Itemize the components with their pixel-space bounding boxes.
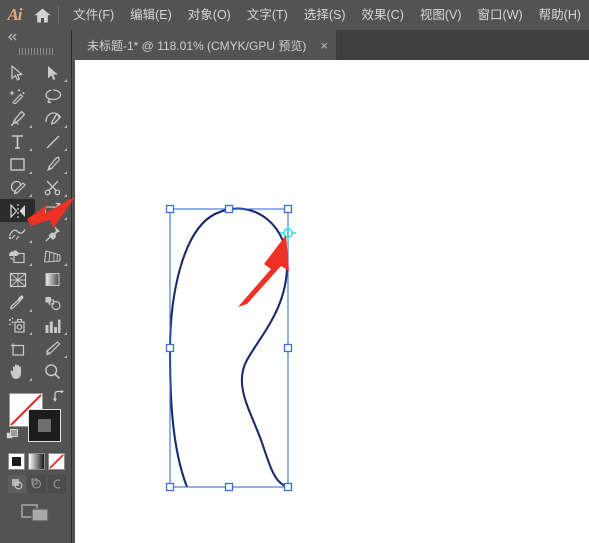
zoom-tool[interactable] <box>35 360 70 383</box>
handle-top-right <box>283 204 293 214</box>
column-graph-tool[interactable] <box>35 314 70 337</box>
shaper-tool[interactable] <box>0 176 35 199</box>
double-chevron-left-icon[interactable] <box>0 30 71 44</box>
handle-middle-left <box>165 343 175 353</box>
draw-mode-buttons <box>8 475 66 493</box>
line-segment-tool[interactable] <box>35 130 70 153</box>
pen-tool[interactable] <box>0 107 35 130</box>
artboard-tool[interactable] <box>0 337 35 360</box>
tool-grid <box>0 58 71 383</box>
slice-tool[interactable] <box>35 337 70 360</box>
draw-behind-button[interactable] <box>28 475 46 493</box>
tools-panel <box>0 30 72 543</box>
reflect-tool[interactable] <box>0 199 35 222</box>
menu-help[interactable]: 帮助(H) <box>531 0 589 30</box>
none-mode-button[interactable] <box>48 453 65 470</box>
type-tool[interactable] <box>0 130 35 153</box>
handle-bottom-left <box>165 482 175 492</box>
menu-separator <box>58 6 60 24</box>
menu-view[interactable]: 视图(V) <box>412 0 470 30</box>
menu-effect[interactable]: 效果(C) <box>354 0 412 30</box>
curvature-tool[interactable] <box>35 107 70 130</box>
eyedropper-tool[interactable] <box>0 291 35 314</box>
default-fill-stroke-icon[interactable] <box>6 429 19 447</box>
menu-window[interactable]: 窗口(W) <box>470 0 531 30</box>
handle-bottom-center <box>224 482 234 492</box>
document-tab[interactable]: 未标题-1* @ 118.01% (CMYK/GPU 预览) × <box>75 30 337 60</box>
width-tool[interactable] <box>0 222 35 245</box>
home-icon[interactable] <box>29 0 56 30</box>
menu-select[interactable]: 选择(S) <box>296 0 354 30</box>
menu-bar: Ai 文件(F) 编辑(E) 对象(O) 文字(T) 选择(S) 效果(C) 视… <box>0 0 589 30</box>
handle-bottom-right <box>283 482 293 492</box>
puppet-warp-tool[interactable] <box>35 222 70 245</box>
symbol-sprayer-tool[interactable] <box>0 314 35 337</box>
handle-middle-right <box>283 343 293 353</box>
document-canvas[interactable] <box>75 60 589 543</box>
mesh-tool[interactable] <box>0 268 35 291</box>
stroke-swatch[interactable] <box>28 409 61 442</box>
color-controls <box>0 387 71 522</box>
paintbrush-tool[interactable] <box>35 153 70 176</box>
close-icon[interactable]: × <box>320 39 328 52</box>
free-transform-tool[interactable] <box>35 199 70 222</box>
gradient-mode-button[interactable] <box>28 453 45 470</box>
document-tab-bar: 未标题-1* @ 118.01% (CMYK/GPU 预览) × <box>75 30 589 61</box>
draw-normal-button[interactable] <box>8 475 26 493</box>
selection-bounding-box <box>165 204 293 492</box>
change-screen-mode-button[interactable] <box>0 501 71 523</box>
blend-tool[interactable] <box>35 291 70 314</box>
menu-object[interactable]: 对象(O) <box>180 0 239 30</box>
scissors-tool[interactable] <box>35 176 70 199</box>
fill-mode-buttons <box>8 453 65 470</box>
hand-tool[interactable] <box>0 360 35 383</box>
swap-fill-stroke-icon[interactable] <box>52 390 65 408</box>
direct-selection-tool[interactable] <box>35 61 70 84</box>
menu-edit[interactable]: 编辑(E) <box>122 0 180 30</box>
menu-type[interactable]: 文字(T) <box>239 0 296 30</box>
document-tab-title: 未标题-1* @ 118.01% (CMYK/GPU 预览) <box>87 38 307 53</box>
handle-top-center <box>224 204 234 214</box>
perspective-grid-tool[interactable] <box>35 245 70 268</box>
selected-path[interactable] <box>168 207 289 489</box>
draw-inside-button[interactable] <box>48 475 66 493</box>
gradient-tool[interactable] <box>35 268 70 291</box>
lasso-tool[interactable] <box>35 84 70 107</box>
handle-top-left <box>165 204 175 214</box>
illustrator-window: Ai 文件(F) 编辑(E) 对象(O) 文字(T) 选择(S) 效果(C) 视… <box>0 0 589 543</box>
artwork-layer <box>165 204 296 492</box>
magic-wand-tool[interactable] <box>0 84 35 107</box>
color-mode-button[interactable] <box>8 453 25 470</box>
selection-tool[interactable] <box>0 61 35 84</box>
shape-builder-tool[interactable] <box>0 245 35 268</box>
app-logo: Ai <box>7 5 22 24</box>
rectangle-tool[interactable] <box>0 153 35 176</box>
menu-file[interactable]: 文件(F) <box>65 0 122 30</box>
panel-drag-grip[interactable] <box>0 44 71 58</box>
